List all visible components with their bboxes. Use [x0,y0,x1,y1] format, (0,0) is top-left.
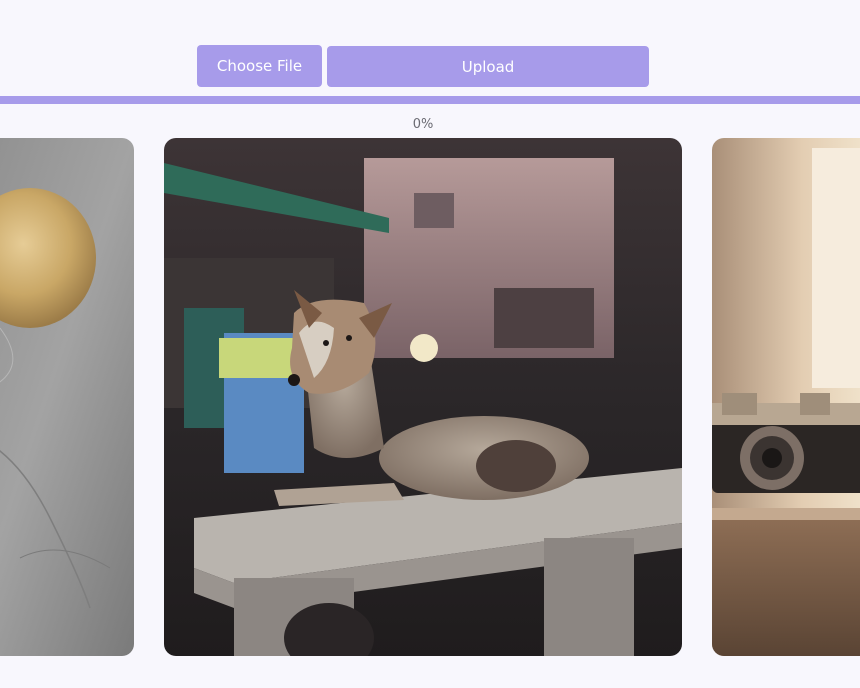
upload-button[interactable]: Upload [327,46,649,87]
vintage-camera-photo [712,138,860,656]
image-card-dog[interactable] [164,138,682,656]
image-card-camera[interactable] [712,138,860,656]
upload-page: Choose File Upload 0% [0,0,860,688]
choose-file-button[interactable]: Choose File [197,45,322,87]
bread-photo [0,138,134,656]
upload-progress-text: 0% [412,117,434,132]
image-card-bread[interactable] [0,138,134,656]
dog-on-bench-photo [164,138,682,656]
upload-progress-bar [0,96,860,104]
